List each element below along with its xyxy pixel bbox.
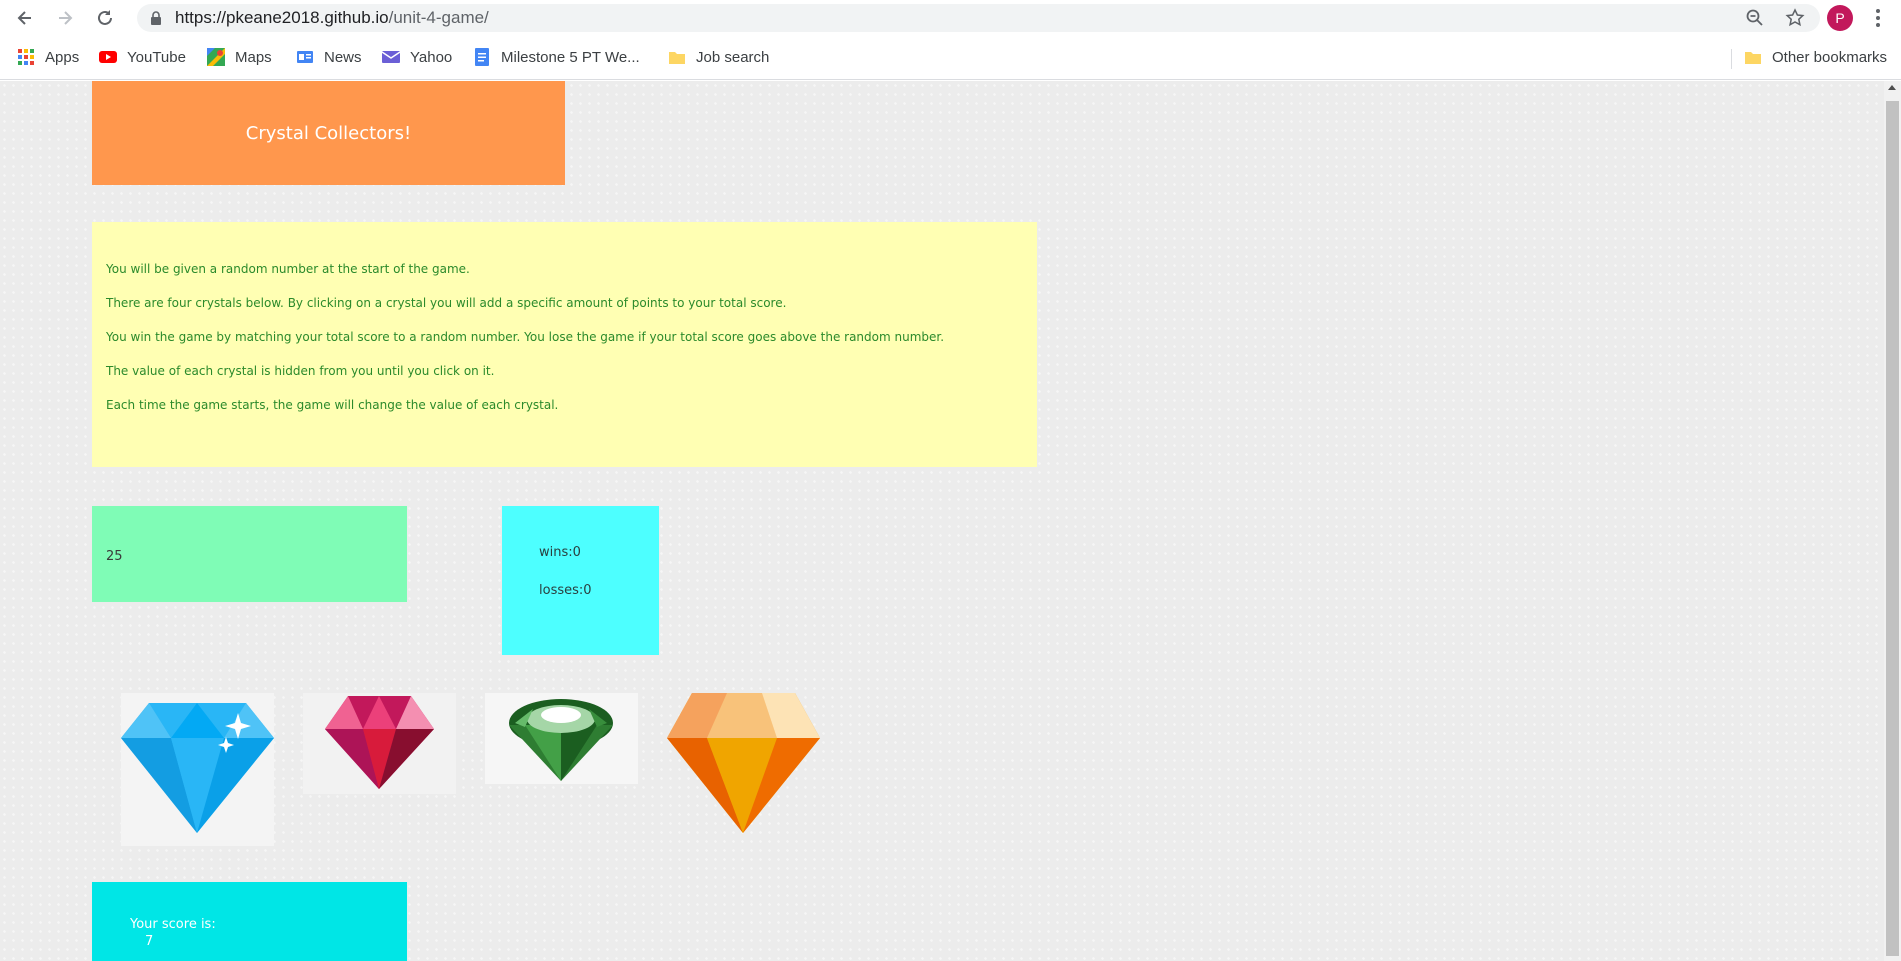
- bookmark-milestone[interactable]: Milestone 5 PT We...: [472, 45, 640, 69]
- bookmark-label: Yahoo: [410, 48, 453, 66]
- bookmarks-bar: Apps YouTube Maps News Yahoo Milestone 5…: [0, 35, 1901, 80]
- lock-icon: [151, 11, 161, 25]
- instruction-line: There are four crystals below. By clicki…: [106, 296, 787, 310]
- score-panel: Your score is: 7: [92, 882, 407, 961]
- instruction-line: You will be given a random number at the…: [106, 262, 470, 276]
- bookmark-news[interactable]: News: [295, 45, 362, 69]
- bookmark-label: Apps: [45, 48, 80, 66]
- orange-crystal-icon: [667, 693, 820, 833]
- maps-icon: [206, 47, 226, 67]
- score-value: 7: [145, 934, 154, 949]
- bookmark-maps[interactable]: Maps: [206, 45, 272, 69]
- yahoo-mail-icon: [381, 47, 401, 67]
- page-viewport: Crystal Collectors! You will be given a …: [0, 81, 1901, 961]
- blue-crystal-button[interactable]: [121, 693, 274, 846]
- docs-icon: [472, 47, 492, 67]
- bookmark-label: Job search: [696, 48, 770, 66]
- page-title: Crystal Collectors!: [245, 122, 412, 144]
- news-icon: [295, 47, 315, 67]
- more-menu-icon[interactable]: [1868, 6, 1888, 30]
- bookmark-label: YouTube: [127, 48, 186, 66]
- random-number-panel: 25: [92, 506, 407, 602]
- zoom-icon[interactable]: [1745, 8, 1765, 28]
- browser-toolbar: https://pkeane2018.github.io/unit-4-game…: [0, 0, 1901, 35]
- wins-count: wins:0: [539, 545, 581, 560]
- bookmark-label: Maps: [235, 48, 272, 66]
- folder-icon: [1743, 47, 1763, 67]
- profile-avatar[interactable]: P: [1827, 5, 1853, 31]
- orange-crystal-button[interactable]: [667, 693, 820, 833]
- green-crystal-button[interactable]: [485, 693, 638, 784]
- random-number: 25: [106, 549, 123, 564]
- reload-icon[interactable]: [92, 5, 118, 31]
- apps-grid-icon: [16, 47, 36, 67]
- bookmark-label: Milestone 5 PT We...: [501, 48, 640, 66]
- bookmark-label: News: [324, 48, 362, 66]
- bookmark-apps[interactable]: Apps: [16, 45, 79, 69]
- vertical-scrollbar[interactable]: [1884, 81, 1901, 961]
- instruction-line: You win the game by matching your total …: [106, 330, 945, 344]
- red-crystal-button[interactable]: [303, 693, 456, 794]
- instruction-line: The value of each crystal is hidden from…: [106, 364, 495, 378]
- forward-icon[interactable]: [52, 5, 78, 31]
- other-bookmarks[interactable]: Other bookmarks: [1743, 45, 1887, 69]
- red-crystal-icon: [325, 696, 434, 789]
- instructions-panel: You will be given a random number at the…: [92, 222, 1037, 467]
- score-label: Your score is:: [130, 917, 216, 932]
- win-loss-panel: wins:0 losses:0: [502, 506, 659, 655]
- youtube-icon: [98, 47, 118, 67]
- url-host: https://pkeane2018.github.io: [175, 8, 389, 27]
- bookmark-yahoo[interactable]: Yahoo: [381, 45, 452, 69]
- other-bookmarks-label: Other bookmarks: [1772, 48, 1888, 66]
- url-path: /unit-4-game/: [388, 8, 489, 27]
- scrollbar-thumb[interactable]: [1886, 101, 1899, 956]
- green-crystal-icon: [509, 699, 613, 781]
- bookmark-job-search[interactable]: Job search: [667, 45, 769, 69]
- back-icon[interactable]: [12, 5, 38, 31]
- title-banner: Crystal Collectors!: [92, 81, 565, 185]
- bookmarks-divider: [1731, 49, 1732, 69]
- bookmark-youtube[interactable]: YouTube: [98, 45, 186, 69]
- losses-count: losses:0: [539, 583, 592, 598]
- instruction-line: Each time the game starts, the game will…: [106, 398, 559, 412]
- star-icon[interactable]: [1785, 8, 1805, 28]
- address-bar[interactable]: https://pkeane2018.github.io/unit-4-game…: [137, 4, 1820, 32]
- url-text: https://pkeane2018.github.io/unit-4-game…: [175, 8, 489, 28]
- blue-crystal-icon: [121, 703, 274, 833]
- folder-icon: [667, 47, 687, 67]
- scroll-up-icon[interactable]: [1888, 85, 1896, 90]
